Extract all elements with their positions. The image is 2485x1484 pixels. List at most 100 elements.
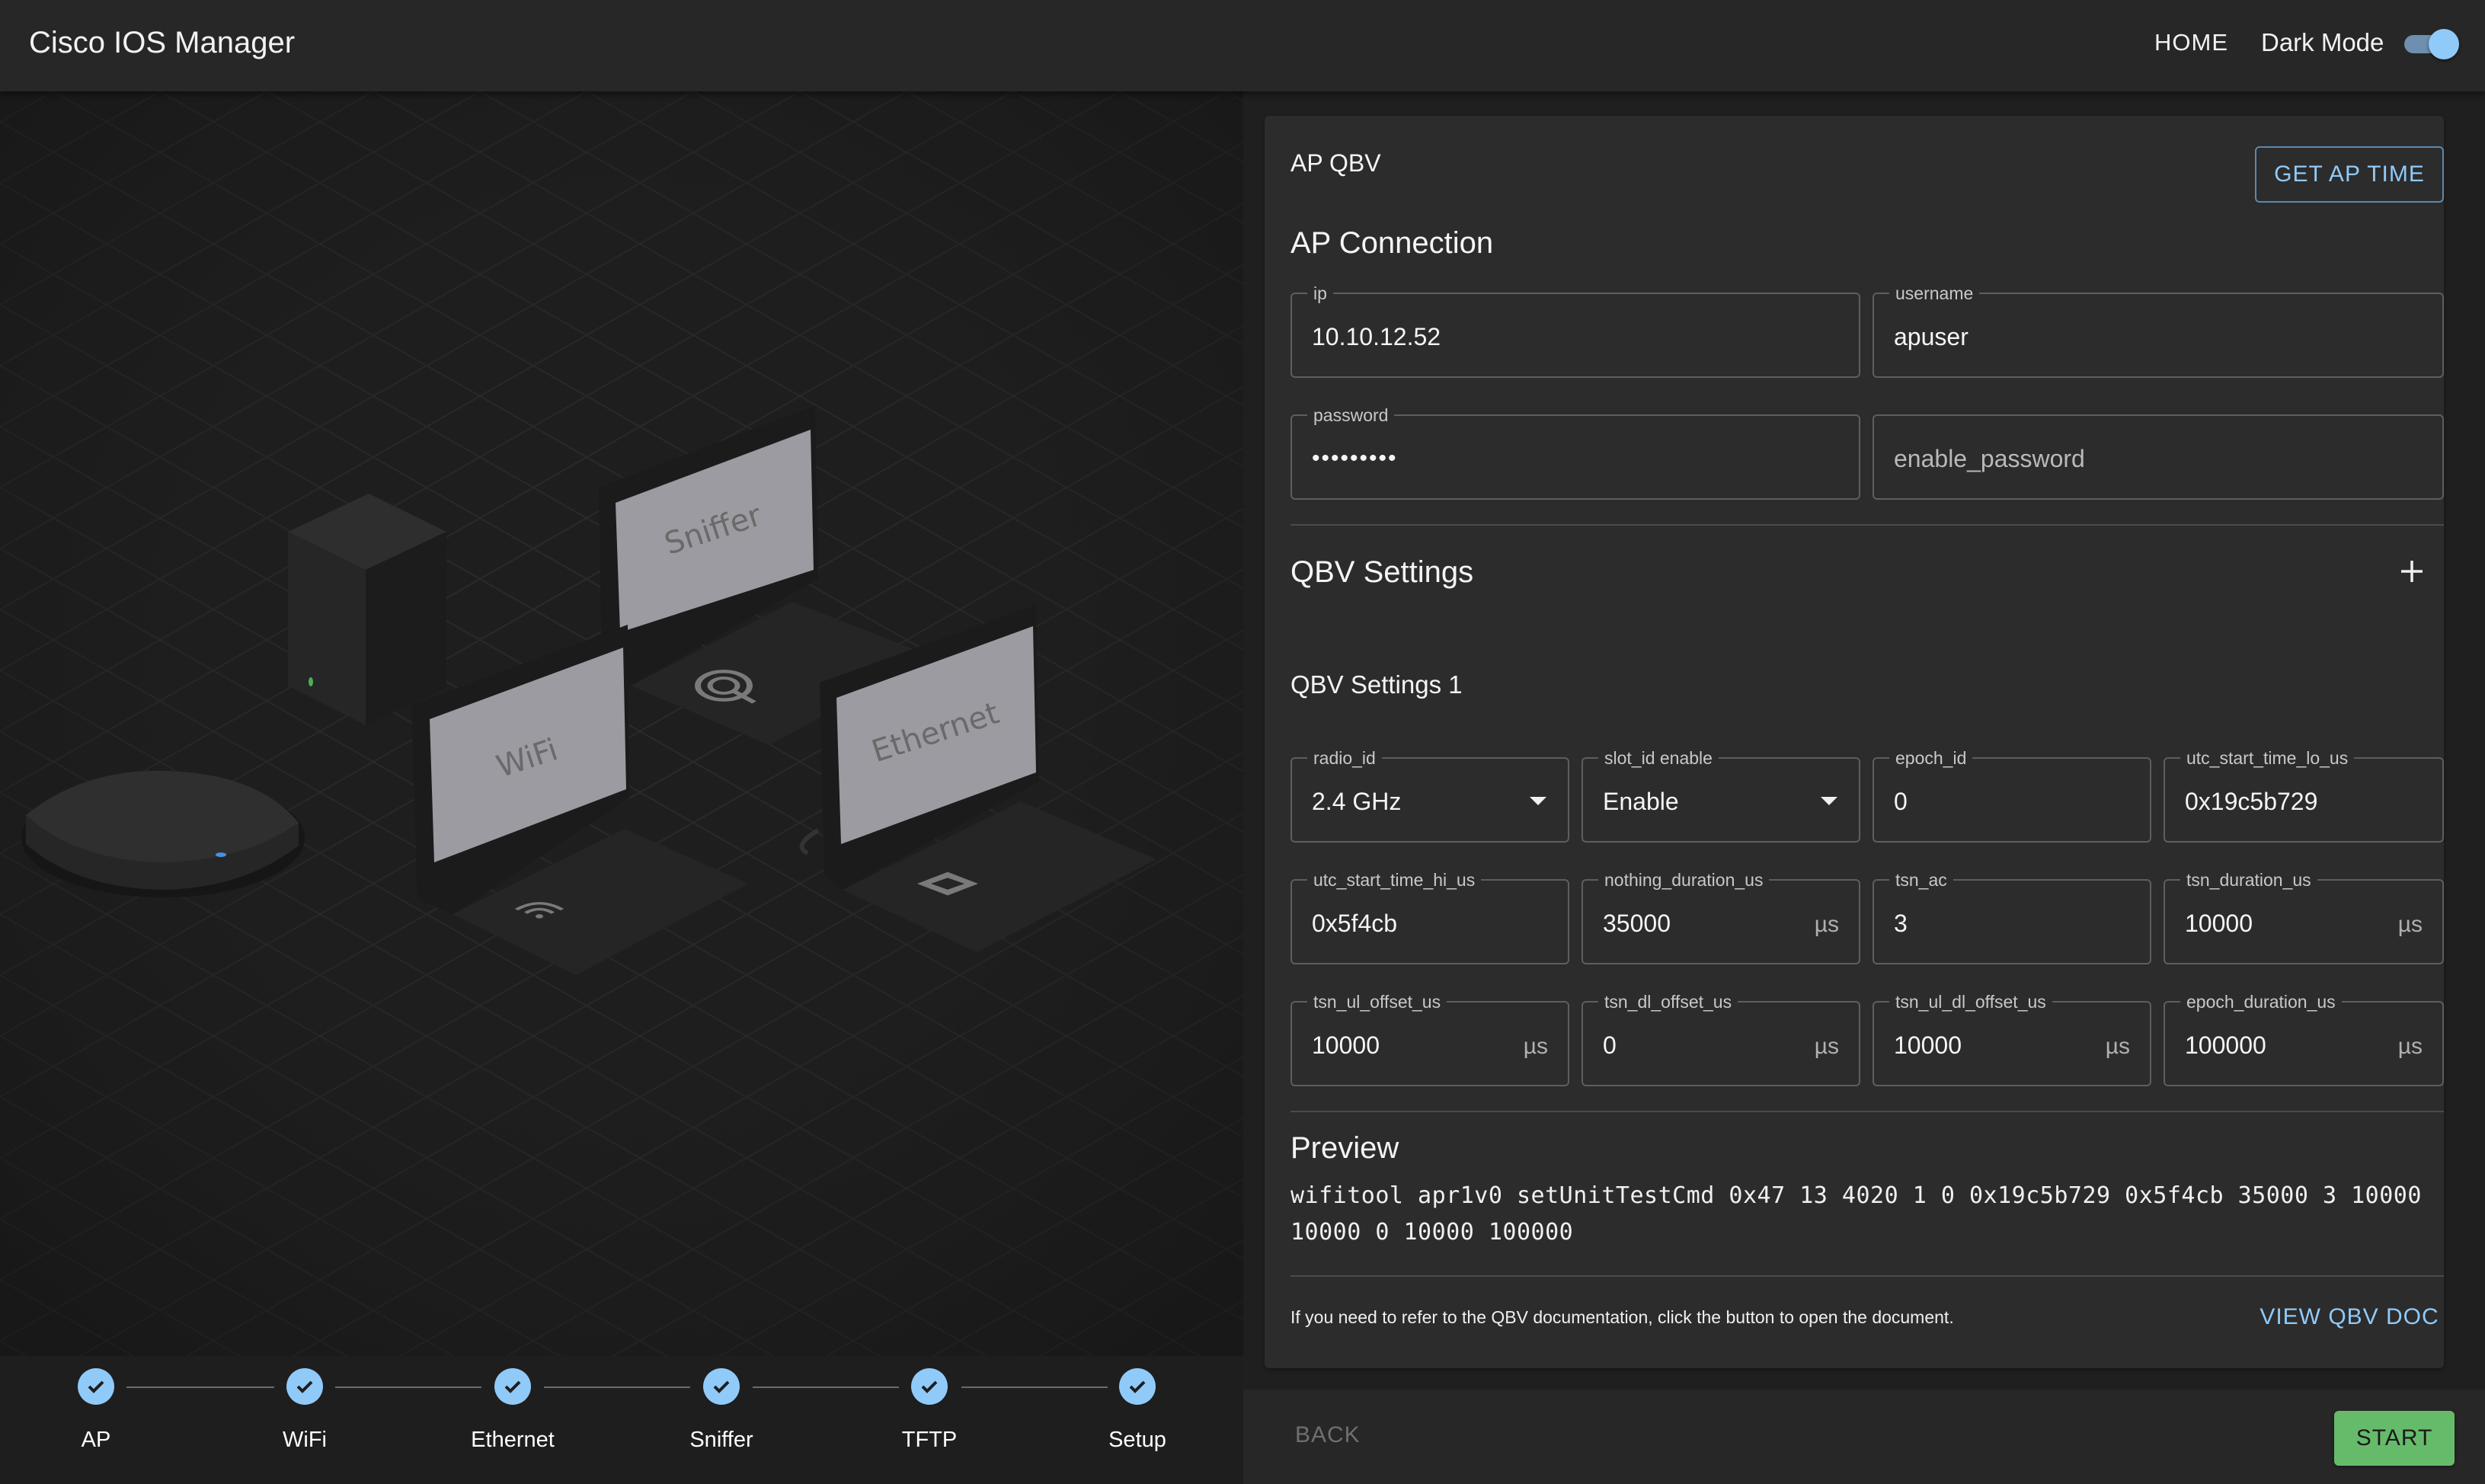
app-bar: Cisco IOS Manager HOME Dark Mode <box>0 0 2485 91</box>
step-sniffer[interactable]: Sniffer <box>630 1368 813 1454</box>
field-value: 0 <box>1603 1031 1617 1059</box>
unit-suffix: µs <box>1523 1034 1548 1059</box>
step-label: Setup <box>1108 1428 1166 1452</box>
check-icon <box>911 1368 948 1405</box>
epoch-id-field[interactable]: epoch_id 0 <box>1873 748 2151 843</box>
field-label: tsn_ac <box>1889 870 1953 890</box>
field-label: username <box>1889 283 1980 303</box>
plus-icon <box>2401 561 2423 582</box>
tsn-duration-field[interactable]: tsn_duration_us 10000 µs <box>2164 870 2444 964</box>
epoch-duration-field[interactable]: epoch_duration_us 100000 µs <box>2164 992 2444 1086</box>
nothing-duration-field[interactable]: nothing_duration_us 35000 µs <box>1582 870 1860 964</box>
field-value: 0x5f4cb <box>1312 910 1398 937</box>
field-label: radio_id <box>1307 748 1382 768</box>
field-label: epoch_duration_us <box>2180 992 2342 1012</box>
step-label: Sniffer <box>689 1428 753 1452</box>
tsn-ul-dl-offset-field[interactable]: tsn_ul_dl_offset_us 10000 µs <box>1873 992 2151 1086</box>
step-ethernet[interactable]: Ethernet <box>421 1368 604 1454</box>
utc-start-time-lo-field[interactable]: utc_start_time_lo_us 0x19c5b729 <box>2164 748 2444 843</box>
field-label: tsn_duration_us <box>2180 870 2317 890</box>
divider <box>1290 1275 2444 1277</box>
divider <box>1290 1111 2444 1112</box>
add-qbv-settings-button[interactable] <box>2391 550 2433 593</box>
check-icon <box>494 1368 531 1405</box>
slot-id-enable-select[interactable]: slot_id enable Enable <box>1582 748 1860 843</box>
password-field[interactable]: password ••••••••• <box>1290 405 1860 500</box>
step-wifi[interactable]: WiFi <box>213 1368 396 1454</box>
home-link[interactable]: HOME <box>2154 27 2228 58</box>
field-value: 10000 <box>1894 1031 1962 1059</box>
chevron-down-icon <box>1530 797 1546 805</box>
field-value: 0x19c5b729 <box>2185 788 2318 815</box>
field-value: ••••••••• <box>1312 446 1398 471</box>
username-field[interactable]: username apuser <box>1873 283 2444 378</box>
field-label: epoch_id <box>1889 748 1973 768</box>
field-value: 35000 <box>1603 910 1671 937</box>
tsn-dl-offset-field[interactable]: tsn_dl_offset_us 0 µs <box>1582 992 1860 1086</box>
tsn-ul-offset-field[interactable]: tsn_ul_offset_us 10000 µs <box>1290 992 1569 1086</box>
field-value: apuser <box>1894 323 1968 350</box>
toggle-thumb <box>2429 29 2459 59</box>
field-label: utc_start_time_hi_us <box>1307 870 1482 890</box>
unit-suffix: µs <box>1814 912 1839 937</box>
check-icon <box>78 1368 114 1405</box>
step-setup[interactable]: Setup <box>1046 1368 1229 1454</box>
preview-heading: Preview <box>1290 1131 1399 1165</box>
check-icon <box>703 1368 740 1405</box>
start-button[interactable]: START <box>2334 1411 2455 1466</box>
field-value: 10000 <box>2185 910 2253 937</box>
unit-suffix: µs <box>2105 1034 2130 1059</box>
card-title: AP QBV <box>1290 149 1381 177</box>
qbv-settings-heading: QBV Settings <box>1290 555 1474 589</box>
field-label: tsn_ul_dl_offset_us <box>1889 992 2052 1012</box>
step-tftp[interactable]: TFTP <box>838 1368 1021 1454</box>
radio-id-select[interactable]: radio_id 2.4 GHz <box>1290 748 1569 843</box>
divider <box>1290 524 2444 526</box>
field-label: slot_id enable <box>1598 748 1719 768</box>
step-label: Ethernet <box>471 1428 555 1452</box>
network-scene: Sniffer WiFi Ethernet <box>0 91 1243 1484</box>
doc-note: If you need to refer to the QBV document… <box>1290 1307 1954 1327</box>
back-button[interactable]: BACK <box>1295 1420 1361 1450</box>
step-label: TFTP <box>901 1428 958 1452</box>
field-value: 3 <box>1894 910 1908 937</box>
field-value: 10000 <box>1312 1031 1380 1059</box>
field-value: 10.10.12.52 <box>1312 323 1441 350</box>
dark-mode-label: Dark Mode <box>2261 28 2384 56</box>
unit-suffix: µs <box>1814 1034 1839 1059</box>
ap-qbv-card: AP QBV GET AP TIME AP Connection ip 10.1… <box>1265 116 2444 1368</box>
unit-suffix: µs <box>2397 1034 2423 1059</box>
field-label: tsn_dl_offset_us <box>1598 992 1738 1012</box>
step-ap[interactable]: AP <box>5 1368 187 1454</box>
qbv-settings-group-title: QBV Settings 1 <box>1290 670 1463 699</box>
step-label: WiFi <box>283 1428 327 1452</box>
switch-device <box>288 494 446 725</box>
unit-suffix: µs <box>2397 912 2423 937</box>
enable-password-field[interactable]: enable_password <box>1873 414 2444 500</box>
field-value: 2.4 GHz <box>1312 788 1402 815</box>
dark-mode-toggle[interactable] <box>2400 27 2459 59</box>
field-value: 0 <box>1894 788 1908 815</box>
setup-stepper: AP WiFi Ethernet Sniffer TFTP Setup <box>0 1356 1243 1484</box>
get-ap-time-button[interactable]: GET AP TIME <box>2255 146 2444 203</box>
field-label: nothing_duration_us <box>1598 870 1770 890</box>
field-label: password <box>1307 405 1395 425</box>
field-label: tsn_ul_offset_us <box>1307 992 1447 1012</box>
check-icon <box>1119 1368 1156 1405</box>
isometric-device-illustration: Sniffer WiFi Ethernet <box>0 91 1243 1356</box>
field-label: utc_start_time_lo_us <box>2180 748 2355 768</box>
utc-start-time-hi-field[interactable]: utc_start_time_hi_us 0x5f4cb <box>1290 870 1569 964</box>
preview-command: wifitool apr1v0 setUnitTestCmd 0x47 13 4… <box>1290 1182 2422 1246</box>
tsn-ac-field[interactable]: tsn_ac 3 <box>1873 870 2151 964</box>
ap-connection-heading: AP Connection <box>1290 226 1494 260</box>
action-bar: BACK START <box>1243 1390 2485 1484</box>
app-title: Cisco IOS Manager <box>29 26 296 59</box>
ip-field[interactable]: ip 10.10.12.52 <box>1290 283 1860 378</box>
view-qbv-doc-button[interactable]: VIEW QBV DOC <box>2255 1300 2444 1335</box>
chevron-down-icon <box>1821 797 1837 805</box>
step-label: AP <box>81 1428 111 1452</box>
field-value: 100000 <box>2185 1031 2266 1059</box>
field-placeholder: enable_password <box>1894 445 2085 472</box>
field-label: ip <box>1307 283 1333 303</box>
field-value: Enable <box>1603 788 1679 815</box>
